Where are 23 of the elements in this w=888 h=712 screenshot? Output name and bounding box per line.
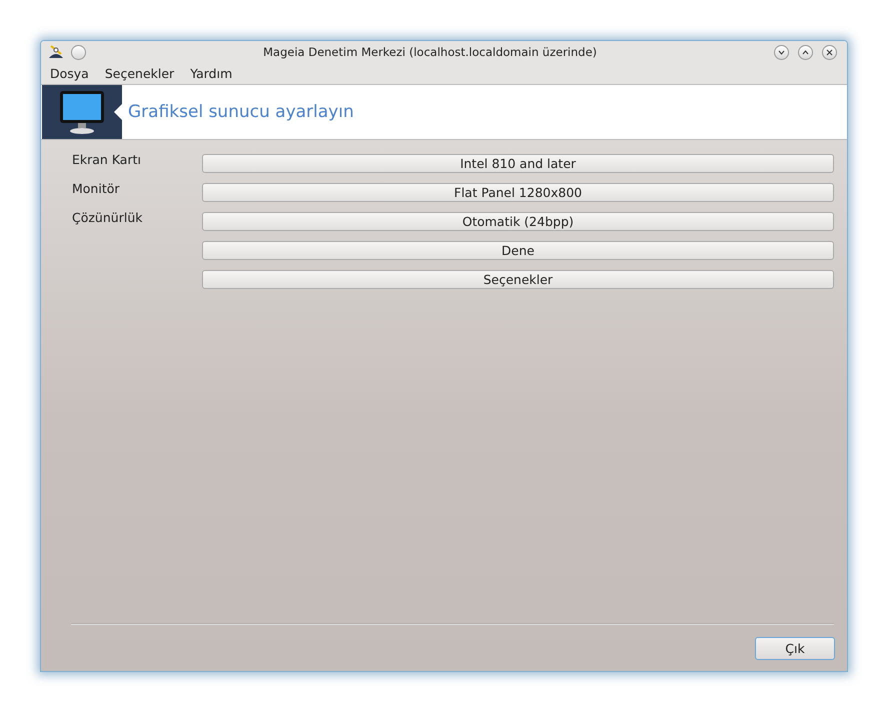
pin-button[interactable] xyxy=(71,44,86,60)
app-icon xyxy=(47,44,65,60)
menu-item[interactable]: Yardım xyxy=(190,66,232,81)
field-label: Ekran Kartı xyxy=(72,152,141,167)
option-button[interactable]: Flat Panel 1280x800 xyxy=(202,183,834,202)
close-icon xyxy=(826,48,833,56)
field-label: Monitör xyxy=(72,181,120,196)
menu-item[interactable]: Seçenekler xyxy=(104,66,174,81)
option-button[interactable]: Otomatik (24bpp) xyxy=(202,212,834,231)
option-button[interactable]: Seçenekler xyxy=(202,270,834,289)
menu-item[interactable]: Dosya xyxy=(50,66,89,81)
monitor-icon xyxy=(58,89,106,135)
chevron-down-icon xyxy=(778,50,785,54)
window-title: Mageia Denetim Merkezi (localhost.localdomain üzerinde) xyxy=(262,45,598,59)
option-button[interactable]: Dene xyxy=(202,241,834,260)
close-button[interactable] xyxy=(822,44,837,60)
quit-button[interactable]: Çık xyxy=(755,636,835,660)
page-title: Grafiksel sunucu ayarlayın xyxy=(128,102,354,122)
minimize-button[interactable] xyxy=(774,44,789,60)
maximize-button[interactable] xyxy=(798,44,813,60)
option-button[interactable]: Intel 810 and later xyxy=(202,154,834,173)
field-label: Çözünürlük xyxy=(72,210,142,225)
chevron-up-icon xyxy=(802,50,809,54)
